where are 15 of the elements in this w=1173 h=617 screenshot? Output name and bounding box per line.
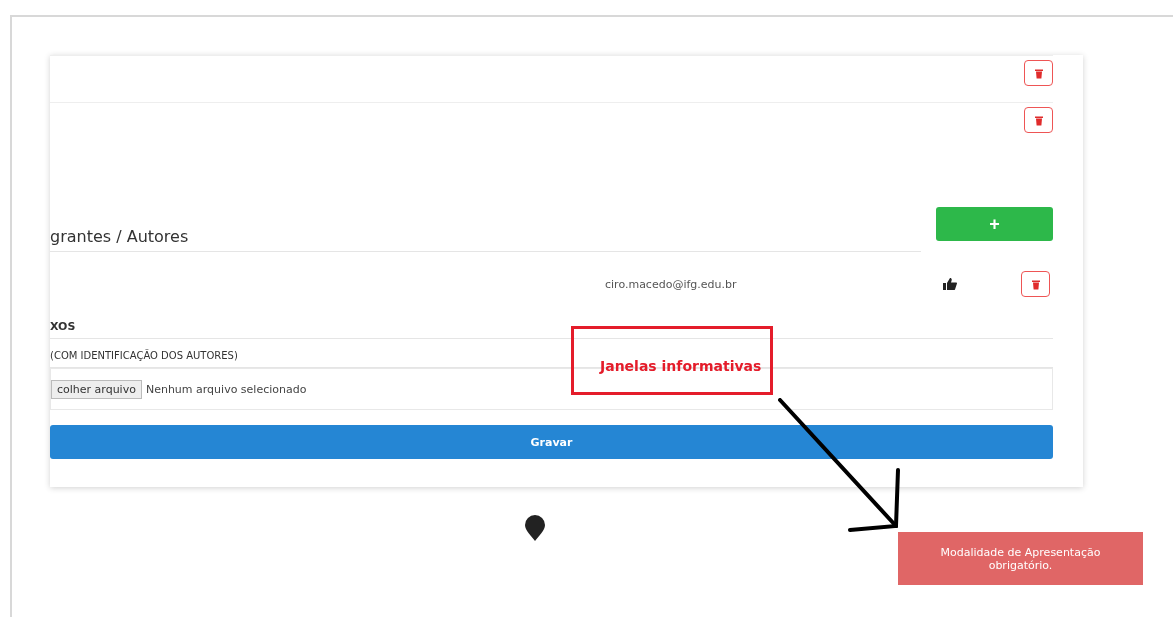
delete-button[interactable] bbox=[1024, 60, 1053, 86]
map-pin-icon bbox=[525, 515, 545, 541]
save-button[interactable]: Gravar bbox=[50, 425, 1053, 459]
delete-button[interactable] bbox=[1021, 271, 1050, 297]
trash-icon bbox=[1030, 278, 1041, 290]
toast-message: Modalidade de Apresentação obrigatório. bbox=[898, 532, 1143, 585]
delete-button[interactable] bbox=[1024, 107, 1053, 133]
section-title: grantes / Autores bbox=[50, 227, 921, 252]
trash-icon bbox=[1033, 114, 1044, 126]
section-title: XOS bbox=[50, 320, 1053, 339]
trash-icon bbox=[1033, 67, 1044, 79]
thumbs-up-icon bbox=[943, 278, 957, 290]
choose-file-button[interactable]: colher arquivo bbox=[51, 379, 142, 399]
member-email: ciro.macedo@ifg.edu.br bbox=[605, 277, 738, 291]
file-status: Nenhum arquivo selecionado bbox=[145, 382, 307, 396]
